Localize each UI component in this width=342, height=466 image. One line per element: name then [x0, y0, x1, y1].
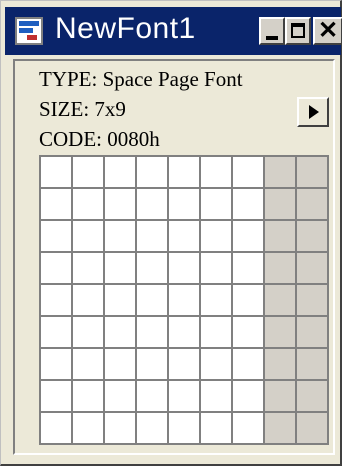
title-bar[interactable]: NewFont1 ✕ — [5, 7, 342, 55]
pixel-cell[interactable] — [41, 317, 71, 347]
pixel-cell[interactable] — [73, 157, 103, 187]
pixel-cell-inactive — [265, 349, 295, 379]
font-editor-icon[interactable] — [15, 17, 43, 45]
pixel-cell-inactive — [297, 285, 327, 315]
pixel-cell[interactable] — [201, 381, 231, 411]
pixel-cell[interactable] — [201, 349, 231, 379]
minimize-button[interactable] — [259, 17, 285, 45]
pixel-cell[interactable] — [201, 413, 231, 443]
pixel-cell-inactive — [297, 189, 327, 219]
pixel-cell[interactable] — [73, 413, 103, 443]
close-icon: ✕ — [317, 17, 339, 44]
pixel-cell[interactable] — [233, 413, 263, 443]
pixel-cell[interactable] — [105, 285, 135, 315]
pixel-cell[interactable] — [137, 189, 167, 219]
window-title: NewFont1 — [55, 12, 196, 45]
pixel-cell-inactive — [265, 189, 295, 219]
pixel-cell-inactive — [297, 253, 327, 283]
pixel-cell-inactive — [297, 317, 327, 347]
next-char-button[interactable] — [297, 97, 329, 127]
pixel-cell[interactable] — [233, 285, 263, 315]
pixel-cell-inactive — [265, 221, 295, 251]
pixel-cell[interactable] — [233, 253, 263, 283]
pixel-cell[interactable] — [105, 157, 135, 187]
pixel-cell[interactable] — [169, 285, 199, 315]
pixel-cell[interactable] — [41, 189, 71, 219]
pixel-cell[interactable] — [233, 221, 263, 251]
pixel-cell-inactive — [265, 413, 295, 443]
pixel-cell[interactable] — [201, 157, 231, 187]
minimize-icon — [266, 36, 278, 40]
play-right-icon — [309, 105, 319, 119]
pixel-cell[interactable] — [73, 189, 103, 219]
pixel-cell-inactive — [265, 157, 295, 187]
pixel-cell[interactable] — [169, 253, 199, 283]
pixel-cell[interactable] — [105, 221, 135, 251]
char-code-label: CODE: 0080h — [39, 127, 160, 151]
pixel-cell[interactable] — [105, 189, 135, 219]
pixel-cell[interactable] — [233, 157, 263, 187]
font-size-label: SIZE: 7x9 — [39, 97, 126, 121]
pixel-cell-inactive — [265, 253, 295, 283]
pixel-cell[interactable] — [73, 381, 103, 411]
pixel-cell[interactable] — [201, 285, 231, 315]
pixel-cell[interactable] — [233, 349, 263, 379]
font-type-label: TYPE: Space Page Font — [39, 67, 243, 91]
pixel-cell-inactive — [265, 381, 295, 411]
pixel-cell[interactable] — [169, 221, 199, 251]
pixel-cell[interactable] — [201, 221, 231, 251]
pixel-cell[interactable] — [201, 189, 231, 219]
pixel-cell[interactable] — [41, 221, 71, 251]
pixel-cell[interactable] — [201, 317, 231, 347]
pixel-cell[interactable] — [169, 189, 199, 219]
maximize-icon — [291, 23, 305, 38]
pixel-cell[interactable] — [73, 253, 103, 283]
pixel-cell[interactable] — [73, 285, 103, 315]
pixel-cell[interactable] — [169, 157, 199, 187]
pixel-cell[interactable] — [105, 253, 135, 283]
pixel-cell-inactive — [297, 413, 327, 443]
pixel-cell[interactable] — [73, 317, 103, 347]
pixel-cell-inactive — [297, 157, 327, 187]
pixel-cell[interactable] — [137, 349, 167, 379]
pixel-cell[interactable] — [233, 381, 263, 411]
pixel-cell[interactable] — [169, 317, 199, 347]
pixel-cell[interactable] — [233, 317, 263, 347]
close-button[interactable]: ✕ — [313, 17, 342, 45]
pixel-cell[interactable] — [201, 253, 231, 283]
pixel-cell[interactable] — [137, 253, 167, 283]
pixel-cell[interactable] — [169, 413, 199, 443]
pixel-cell[interactable] — [137, 221, 167, 251]
pixel-cell[interactable] — [105, 413, 135, 443]
pixel-cell[interactable] — [41, 349, 71, 379]
pixel-cell[interactable] — [137, 285, 167, 315]
pixel-cell[interactable] — [105, 317, 135, 347]
pixel-cell[interactable] — [169, 349, 199, 379]
pixel-cell[interactable] — [41, 381, 71, 411]
pixel-cell-inactive — [265, 285, 295, 315]
glyph-pixel-grid — [39, 155, 329, 445]
font-editor-window: NewFont1 ✕ TYPE: Space Page Font SIZE: 7… — [0, 0, 342, 466]
maximize-button[interactable] — [285, 17, 311, 45]
pixel-cell[interactable] — [169, 381, 199, 411]
pixel-cell-inactive — [265, 317, 295, 347]
pixel-cell[interactable] — [137, 317, 167, 347]
pixel-cell[interactable] — [41, 157, 71, 187]
pixel-cell[interactable] — [105, 381, 135, 411]
pixel-cell[interactable] — [105, 349, 135, 379]
pixel-cell[interactable] — [233, 189, 263, 219]
pixel-cell[interactable] — [41, 285, 71, 315]
pixel-cell[interactable] — [137, 413, 167, 443]
pixel-cell-inactive — [297, 349, 327, 379]
pixel-cell[interactable] — [73, 349, 103, 379]
pixel-cell[interactable] — [41, 413, 71, 443]
pixel-cell[interactable] — [41, 253, 71, 283]
pixel-cell[interactable] — [137, 381, 167, 411]
pixel-cell[interactable] — [137, 157, 167, 187]
pixel-cell-inactive — [297, 221, 327, 251]
pixel-cell-inactive — [297, 381, 327, 411]
pixel-cell[interactable] — [73, 221, 103, 251]
